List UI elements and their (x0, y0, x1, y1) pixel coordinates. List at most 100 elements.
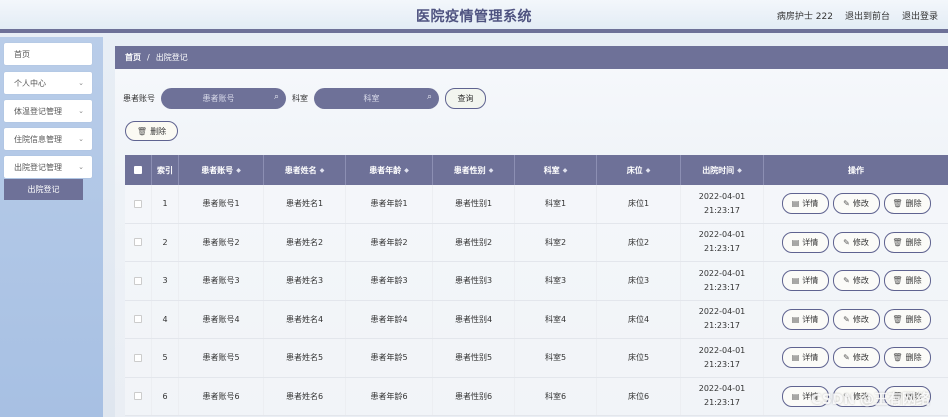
cell-dept: 科室4 (515, 300, 597, 338)
dept-label: 科室 (292, 93, 308, 103)
header-name[interactable]: 患者姓名 ◆ (264, 155, 346, 185)
chevron-down-icon: ⌄ (78, 135, 84, 143)
delete-button[interactable]: 🗑 删除 (883, 193, 931, 215)
cell-actions: ▤ 详情 ✎ 修改 🗑 删除 (764, 262, 948, 300)
dept-search-input[interactable]: 科室 ⌕ (314, 87, 439, 109)
row-checkbox[interactable] (125, 377, 152, 415)
delete-button[interactable]: 🗑 删除 (883, 270, 931, 292)
account-search-input[interactable]: 患者账号 ⌕ (161, 87, 286, 109)
sidebar: 首页 个人中心 ⌄ 体温登记管理 ⌄ 住院信息管理 ⌄ 出院登记管理 ⌄ 出院登… (0, 37, 103, 417)
breadcrumb-separator: / (147, 53, 150, 62)
chevron-down-icon: ⌄ (78, 79, 84, 87)
header-actions: 操作 (848, 165, 864, 175)
cell-dept: 科室5 (515, 339, 597, 377)
cell-time: 2022-04-01 21:23:17 (681, 339, 764, 377)
sidebar-item-home[interactable]: 首页 (4, 43, 92, 65)
cell-age: 患者年龄3 (346, 262, 433, 300)
cell-time: 2022-04-01 21:23:17 (681, 377, 764, 415)
detail-icon: ▤ (791, 199, 800, 209)
cell-index: 3 (152, 262, 179, 300)
header-time[interactable]: 出院时间 ◆ (681, 155, 764, 185)
cell-name: 患者姓名4 (264, 300, 346, 338)
header-account[interactable]: 患者账号 ◆ (179, 155, 264, 185)
row-checkbox[interactable] (125, 300, 152, 338)
cell-actions: ▤ 详情 ✎ 修改 🗑 删除 (764, 301, 948, 339)
bulk-delete-button[interactable]: 🗑 删除 (125, 121, 178, 141)
cell-bed: 床位5 (597, 339, 681, 377)
delete-button[interactable]: 🗑 删除 (883, 308, 931, 330)
cell-gender: 患者性别2 (433, 223, 515, 261)
sidebar-item-label: 住院信息管理 (14, 134, 62, 144)
detail-button[interactable]: ▤ 详情 (781, 308, 829, 330)
sidebar-item-profile[interactable]: 个人中心 ⌄ (4, 72, 92, 94)
query-button[interactable]: 查询 (445, 87, 486, 109)
breadcrumb-home[interactable]: 首页 (125, 52, 141, 63)
table-row: 1 患者账号1 患者姓名1 患者年龄1 患者性别1 科室1 床位1 2022-04-01 21… (125, 185, 948, 224)
cell-bed: 床位3 (597, 262, 681, 300)
discharge-table: 索引 患者账号 ◆ 患者姓名 ◆ 患者年龄 ◆ 患者性别 ◆ 科室 ◆ 床位 ◆ 出院时间 ◆… (125, 155, 948, 416)
cell-account: 患者账号1 (179, 185, 264, 223)
edit-button[interactable]: ✎ 修改 (832, 308, 880, 330)
row-checkbox[interactable] (125, 262, 152, 300)
detail-icon: ▤ (791, 314, 800, 324)
detail-button[interactable]: ▤ 详情 (781, 193, 829, 215)
header-gender[interactable]: 患者性别 ◆ (433, 155, 515, 185)
dept-placeholder: 科室 (363, 93, 380, 103)
select-all-checkbox[interactable] (125, 155, 152, 185)
detail-icon: ▤ (791, 353, 800, 363)
cell-dept: 科室6 (515, 377, 597, 415)
breadcrumb-current: 出院登记 (155, 53, 188, 62)
row-checkbox[interactable] (125, 339, 152, 377)
cell-index: 4 (152, 300, 179, 338)
cell-time: 2022-04-01 21:23:17 (681, 223, 764, 261)
edit-icon: ✎ (843, 237, 850, 247)
delete-button[interactable]: 🗑 删除 (883, 231, 931, 253)
cell-time: 2022-04-01 21:23:17 (681, 262, 764, 300)
detail-icon: ▤ (791, 276, 800, 286)
top-bar: 医院疫情管理系统 病房护士 222 退出到前台 退出登录 (0, 0, 948, 33)
row-checkbox[interactable] (125, 185, 152, 223)
cell-dept: 科室3 (515, 262, 597, 300)
header-bed[interactable]: 床位 ◆ (597, 155, 681, 185)
cell-account: 患者账号5 (179, 339, 264, 377)
cell-account: 患者账号4 (179, 300, 264, 338)
detail-button[interactable]: ▤ 详情 (781, 270, 829, 292)
edit-button[interactable]: ✎ 修改 (832, 193, 880, 215)
sidebar-item-inpatient[interactable]: 住院信息管理 ⌄ (4, 128, 92, 150)
cell-account: 患者账号6 (179, 377, 264, 415)
main-content: 首页 / 出院登记 患者账号 患者账号 ⌕ 科室 科室 ⌕ 查询 🗑 删除 索引… (115, 46, 948, 417)
sort-icon: ◆ (236, 166, 241, 174)
edit-button[interactable]: ✎ 修改 (832, 231, 880, 253)
sidebar-item-discharge[interactable]: 出院登记管理 ⌄ (4, 156, 92, 178)
trash-icon: 🗑 (892, 199, 903, 209)
back-to-front-link[interactable]: 退出到前台 (845, 9, 890, 22)
cell-bed: 床位2 (597, 223, 681, 261)
table-row: 3 患者账号3 患者姓名3 患者年龄3 患者性别3 科室3 床位3 2022-04-01 21… (125, 262, 948, 301)
search-icon: ⌕ (273, 91, 279, 102)
sidebar-subitem-discharge[interactable]: 出院登记 (4, 179, 83, 200)
search-icon: ⌕ (426, 91, 432, 102)
breadcrumb: 首页 / 出院登记 (115, 46, 948, 69)
row-checkbox[interactable] (125, 223, 152, 261)
delete-button[interactable]: 🗑 删除 (883, 347, 931, 369)
edit-button[interactable]: ✎ 修改 (832, 347, 880, 369)
edit-button[interactable]: ✎ 修改 (832, 270, 880, 292)
chevron-down-icon: ⌄ (78, 107, 84, 115)
header-age[interactable]: 患者年龄 ◆ (346, 155, 433, 185)
detail-button[interactable]: ▤ 详情 (781, 347, 829, 369)
cell-actions: ▤ 详情 ✎ 修改 🗑 删除 (764, 185, 948, 223)
cell-time: 2022-04-01 21:23:17 (681, 300, 764, 338)
sort-icon: ◆ (488, 166, 494, 174)
detail-button[interactable]: ▤ 详情 (781, 231, 829, 253)
cell-name: 患者姓名2 (264, 223, 346, 261)
cell-dept: 科室2 (515, 223, 597, 261)
cell-index: 1 (152, 185, 179, 223)
sidebar-item-temperature[interactable]: 体温登记管理 ⌄ (4, 100, 92, 122)
sidebar-item-label: 出院登记管理 (14, 162, 62, 172)
cell-name: 患者姓名1 (264, 185, 346, 223)
header-dept[interactable]: 科室 ◆ (515, 155, 597, 185)
trash-icon: 🗑 (136, 126, 148, 136)
edit-icon: ✎ (843, 199, 850, 209)
cell-age: 患者年龄1 (346, 185, 433, 223)
logout-link[interactable]: 退出登录 (902, 9, 938, 22)
